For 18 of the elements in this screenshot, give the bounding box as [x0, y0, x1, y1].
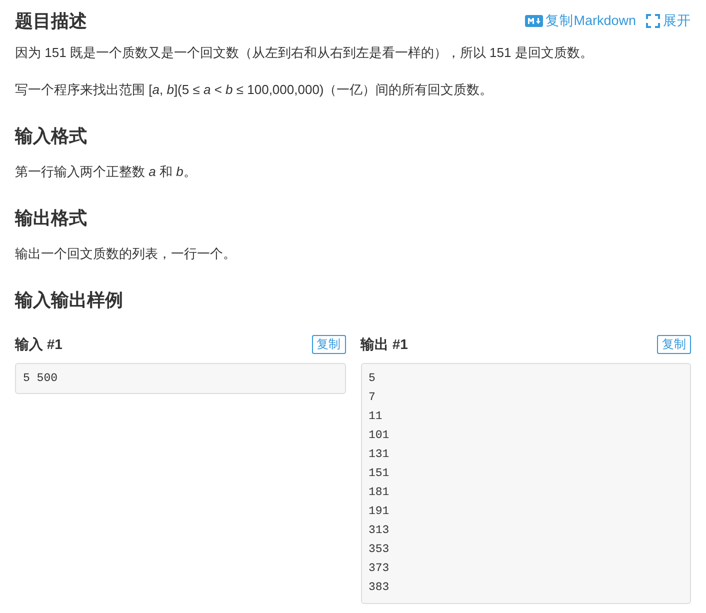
copy-button[interactable]: 复制	[312, 335, 346, 354]
output-format-text: 输出一个回文质数的列表，一行一个。	[15, 245, 237, 263]
input-format-text: 第一行输入两个正整数 a 和 b。	[15, 163, 198, 181]
expand-link[interactable]: 展开	[646, 10, 691, 32]
copy-markdown-link[interactable]: 复制Markdown	[524, 10, 636, 32]
section-title: 输入格式	[15, 125, 88, 148]
section-title: 输入输出样例	[15, 289, 124, 312]
markdown-icon	[524, 15, 543, 27]
description-text: 因为 151 既是一个质数又是一个回文数（从左到右和从右到左是看一样的），所以 151 是回文质数。	[15, 44, 594, 62]
code-block: 5 7 11 101 131 151 181 191 313 353 373 383	[360, 363, 691, 604]
sample-label: 输出 #1	[360, 335, 408, 354]
section-title: 题目描述	[15, 10, 87, 32]
description-text: 写一个程序来找出范围 [a, b](5 ≤ a < b ≤ 100,000,000)（一亿）间的所有回文质数。	[15, 81, 494, 99]
expand-icon	[646, 14, 660, 28]
sample-label: 输入 #1	[15, 335, 62, 354]
copy-button[interactable]: 复制	[657, 335, 691, 354]
section-title: 输出格式	[15, 207, 88, 230]
code-block: 5 500	[15, 363, 346, 394]
